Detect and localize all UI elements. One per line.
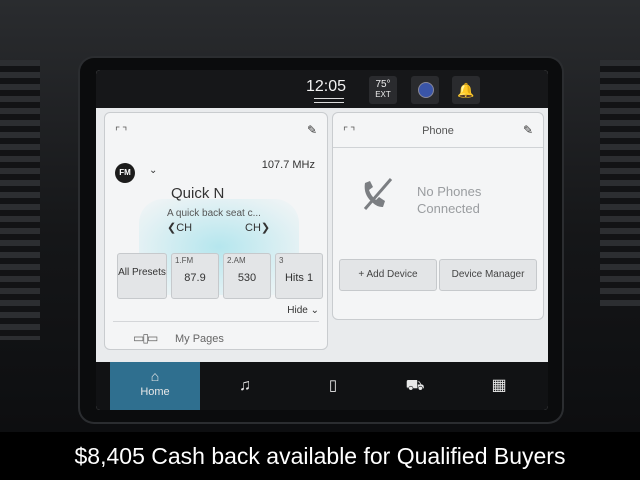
promo-banner: $8,405 Cash back available for Qualified…	[0, 432, 640, 480]
divider	[113, 321, 319, 322]
my-pages-icon[interactable]: ▭▯▭	[133, 331, 158, 345]
phone-widget[interactable]: ⌜⌝ Phone ✎ No Phones Connected + Add Dev…	[332, 112, 544, 320]
bottom-nav-bar: ⌂ Home ♫ ▯ ⛟ ▦	[96, 362, 548, 410]
nav-phone[interactable]: ▯	[308, 362, 358, 410]
radio-text: A quick back seat c...	[167, 208, 261, 219]
channel-prev-button[interactable]: ❮CH	[167, 221, 192, 234]
smartphone-icon: ▯	[328, 377, 338, 394]
nav-apps[interactable]: ▦	[474, 362, 524, 410]
channel-prev-label: CH	[176, 222, 193, 234]
nav-media[interactable]: ♫	[220, 362, 270, 410]
channel-next-label: CH	[245, 222, 261, 234]
preset-2[interactable]: 2.AM 530	[223, 253, 271, 299]
preset-1[interactable]: 1.FM 87.9	[171, 253, 219, 299]
device-manager-button[interactable]: Device Manager	[439, 259, 537, 291]
car-dashboard: 12:05 75° EXT 🔔 ⌜⌝ ✎ FM ⌄ 107.7 MHz Quic…	[0, 0, 640, 432]
left-air-vent	[0, 60, 40, 340]
preset-value: Hits 1	[284, 272, 314, 284]
phone-status: No Phones Connected	[417, 183, 481, 217]
hide-presets-button[interactable]: Hide ⌄	[287, 305, 319, 316]
all-presets-button[interactable]: All Presets	[117, 253, 167, 299]
preset-tag: 3	[279, 256, 284, 265]
temperature-value: 75°	[375, 79, 391, 90]
notifications-button[interactable]: 🔔	[452, 76, 480, 104]
phone-status-line1: No Phones	[417, 184, 482, 199]
station-name: Quick N	[171, 185, 225, 202]
vehicle-icon: ⛟	[405, 377, 425, 394]
preset-tag: 1.FM	[175, 256, 194, 265]
pulldown-handle[interactable]	[314, 98, 344, 103]
notification-bell-icon: 🔔	[457, 82, 475, 98]
nav-vehicle[interactable]: ⛟	[390, 362, 440, 410]
divider	[333, 147, 543, 148]
all-presets-label: All Presets	[118, 267, 166, 278]
nav-home[interactable]: ⌂ Home	[110, 362, 200, 410]
preset-3[interactable]: 3 Hits 1	[275, 253, 323, 299]
channel-next-button[interactable]: CH❯	[245, 221, 270, 234]
radio-widget[interactable]: ⌜⌝ ✎ FM ⌄ 107.7 MHz Quick N A quick back…	[104, 112, 328, 350]
hide-label: Hide	[287, 305, 308, 316]
home-icon: ⌂	[150, 368, 160, 384]
status-bar: 12:05 75° EXT 🔔	[96, 70, 548, 108]
frequency-readout: 107.7 MHz	[261, 159, 315, 171]
preset-tag: 2.AM	[227, 256, 246, 265]
music-note-icon: ♫	[239, 377, 251, 394]
infotainment-screen: 12:05 75° EXT 🔔 ⌜⌝ ✎ FM ⌄ 107.7 MHz Quic…	[96, 70, 548, 410]
right-air-vent	[600, 60, 640, 310]
phone-disconnected-icon	[363, 178, 393, 210]
chevron-down-icon[interactable]: ⌄	[149, 165, 157, 176]
add-device-button[interactable]: + Add Device	[339, 259, 437, 291]
edit-pencil-icon[interactable]: ✎	[523, 123, 533, 137]
preset-value: 530	[237, 272, 257, 284]
nav-home-label: Home	[140, 386, 170, 398]
temperature-label: EXT	[375, 90, 391, 99]
band-badge[interactable]: FM	[115, 163, 135, 183]
phone-status-line2: Connected	[417, 201, 480, 216]
edit-pencil-icon[interactable]: ✎	[307, 123, 317, 137]
voice-assistant-button[interactable]	[411, 76, 439, 104]
clock[interactable]: 12:05	[306, 78, 346, 96]
outside-temperature: 75° EXT	[369, 76, 397, 104]
expand-icon[interactable]: ⌜⌝	[115, 125, 129, 138]
my-pages-link[interactable]: My Pages	[175, 333, 224, 345]
apps-grid-icon: ▦	[491, 377, 507, 394]
voice-assistant-icon	[418, 82, 434, 98]
preset-value: 87.9	[184, 272, 206, 284]
phone-title: Phone	[422, 125, 454, 137]
